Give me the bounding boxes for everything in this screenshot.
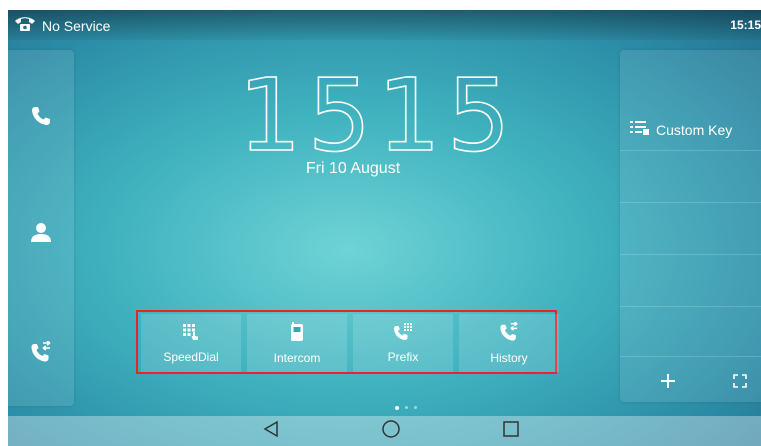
page-dot: [395, 406, 399, 410]
speed-dial-icon: [182, 323, 200, 344]
clock-time: 1515: [237, 65, 511, 167]
status-time: 15:15: [730, 18, 761, 32]
clock-date: Fri 10 August: [305, 160, 401, 177]
navigation-bar: [8, 416, 761, 446]
divider: [620, 356, 761, 357]
history-label: History: [490, 350, 528, 365]
divider: [620, 150, 761, 151]
clock-digits: 1515: [237, 57, 517, 174]
recents-button[interactable]: [498, 420, 524, 442]
page-indicator: [395, 406, 417, 410]
expand-icon: [733, 373, 747, 393]
phone-button[interactable]: [8, 98, 74, 138]
intercom-icon: [290, 321, 304, 345]
prefix-button[interactable]: Prefix: [353, 314, 453, 372]
speeddial-button[interactable]: SpeedDial: [141, 314, 241, 372]
prefix-dialpad-icon: [393, 322, 413, 344]
status-bar: No Service 15:15: [8, 10, 761, 40]
page-dot: [405, 406, 408, 409]
expand-button[interactable]: [720, 368, 760, 398]
intercom-label: Intercom: [273, 350, 321, 365]
service-text: No Service: [42, 17, 111, 34]
divider: [620, 202, 761, 203]
list-icon: [630, 120, 650, 139]
dock-shortcuts: SpeedDial Intercom Prefix History: [136, 310, 559, 374]
phone-icon: [31, 106, 51, 131]
call-history-icon: [30, 339, 52, 368]
divider: [620, 254, 761, 255]
history-button[interactable]: History: [459, 314, 559, 372]
right-panel: Custom Key: [620, 50, 761, 402]
phone-home-screen: No Service 15:15 1515 Fri 10 August Cust…: [8, 10, 761, 446]
back-button[interactable]: [258, 420, 284, 442]
history-icon: [499, 320, 519, 345]
left-panel: [8, 50, 74, 406]
intercom-button[interactable]: Intercom: [247, 314, 347, 372]
service-status: No Service: [14, 16, 110, 35]
home-circle-icon: [381, 419, 401, 444]
contact-person-icon: [30, 222, 52, 247]
custom-key-button[interactable]: Custom Key: [630, 120, 732, 139]
plus-icon: [660, 373, 676, 394]
back-triangle-icon: [262, 420, 280, 443]
recents-square-icon: [502, 420, 520, 443]
divider: [620, 306, 761, 307]
prefix-label: Prefix: [387, 349, 419, 364]
contacts-button[interactable]: [8, 214, 74, 254]
custom-key-label: Custom Key: [656, 121, 733, 138]
call-history-button[interactable]: [8, 334, 74, 374]
page-dot: [414, 406, 417, 409]
speeddial-label: SpeedDial: [163, 349, 219, 364]
add-button[interactable]: [648, 368, 688, 398]
home-button[interactable]: [378, 419, 404, 444]
phone-handset-icon: [14, 16, 36, 35]
